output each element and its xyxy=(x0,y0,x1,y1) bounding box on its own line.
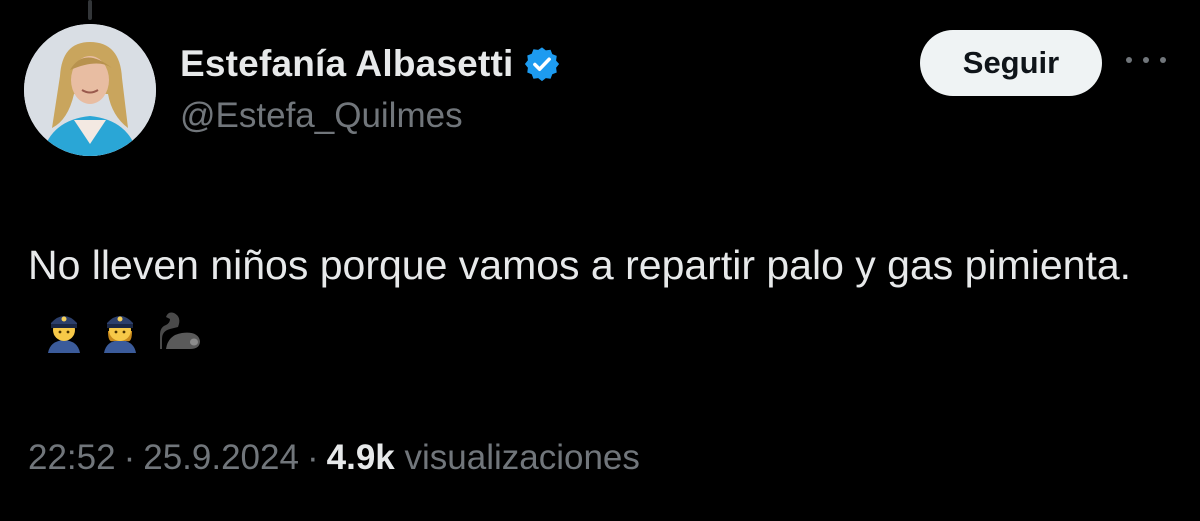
thread-connector-line xyxy=(88,0,92,20)
more-dot xyxy=(1143,57,1149,63)
more-dot xyxy=(1126,57,1132,63)
more-horizontal-icon[interactable] xyxy=(1126,50,1166,70)
tweet-date[interactable]: 25.9.2024 xyxy=(143,438,299,477)
more-dot xyxy=(1160,57,1166,63)
police-officer-emoji xyxy=(48,316,80,354)
meta-separator: · xyxy=(123,438,136,477)
tweet-text: No lleven niños porque vamos a repartir … xyxy=(28,242,1132,288)
author-name-row: Estefanía Albasetti xyxy=(180,36,561,92)
tweet-meta: 22:52 · 25.9.2024 · 4.9k visualizaciones xyxy=(28,438,640,478)
follow-button[interactable]: Seguir xyxy=(920,30,1102,96)
tweet-time[interactable]: 22:52 xyxy=(28,438,116,477)
views-label: visualizaciones xyxy=(404,438,640,477)
meta-separator: · xyxy=(306,438,319,477)
flexed-biceps-emoji xyxy=(160,312,200,350)
avatar[interactable] xyxy=(24,24,156,156)
verified-badge-icon[interactable] xyxy=(523,45,561,83)
author-display-name[interactable]: Estefanía Albasetti xyxy=(180,43,513,85)
police-officer-emoji xyxy=(104,316,136,354)
tweet-text-block: No lleven niños porque vamos a repartir … xyxy=(28,234,1178,360)
author-handle[interactable]: @Estefa_Quilmes xyxy=(180,96,463,136)
tweet-emojis xyxy=(44,309,204,354)
views-count: 4.9k xyxy=(326,438,395,477)
